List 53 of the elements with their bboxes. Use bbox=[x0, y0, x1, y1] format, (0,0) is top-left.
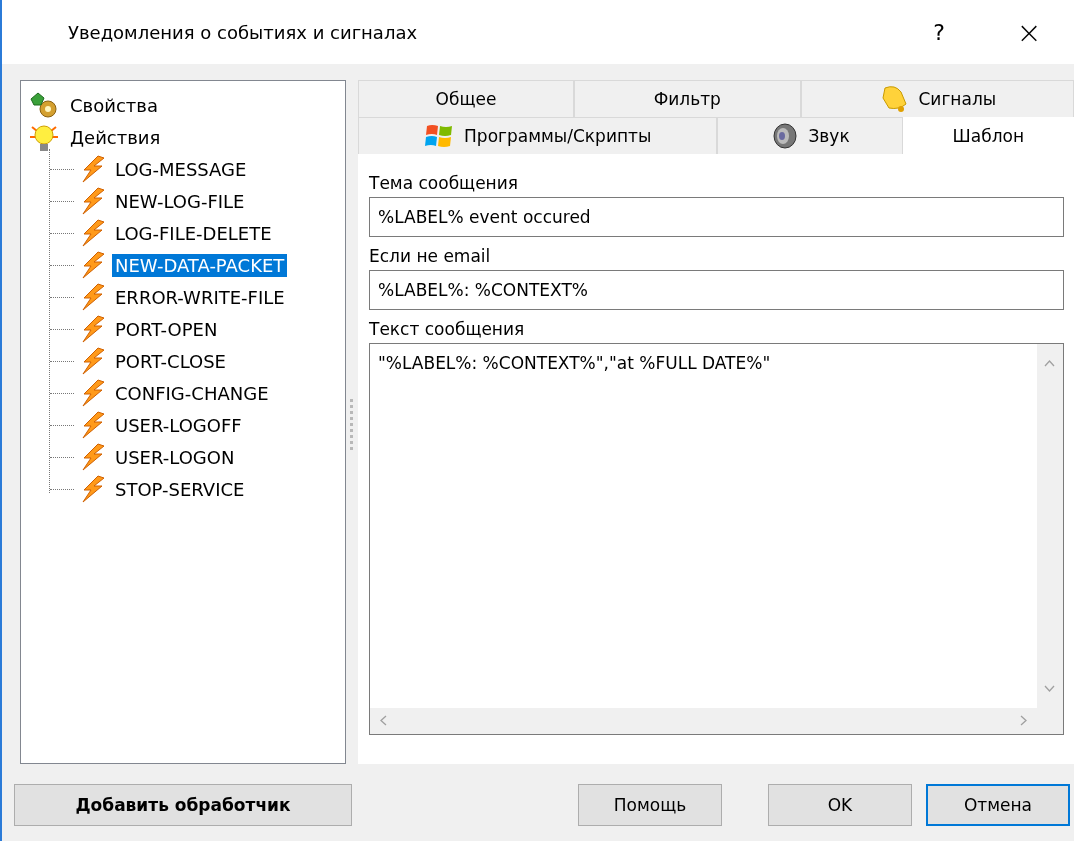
close-button[interactable]: × bbox=[984, 14, 1074, 50]
tree-item[interactable]: LOG-MESSAGE bbox=[112, 157, 250, 181]
dialog-button[interactable]: Добавить обработчик bbox=[14, 784, 352, 826]
lightning-icon bbox=[80, 379, 106, 407]
tab[interactable]: Сигналы bbox=[800, 80, 1074, 117]
window-title: Уведомления о событиях и сигналах bbox=[68, 21, 419, 43]
tree-item[interactable]: PORT-OPEN bbox=[112, 317, 221, 341]
tab[interactable]: Звук bbox=[717, 117, 903, 154]
tree-item[interactable]: Свойства bbox=[67, 93, 161, 117]
lightning-icon bbox=[80, 475, 106, 503]
lightning-icon bbox=[80, 443, 106, 471]
dialog-button[interactable]: OK bbox=[768, 784, 912, 826]
splitter-grip[interactable] bbox=[349, 398, 353, 451]
scroll-right-icon[interactable] bbox=[1020, 715, 1027, 726]
speaker-icon bbox=[770, 122, 799, 150]
tree-item[interactable]: USER-LOGON bbox=[112, 445, 238, 469]
help-button[interactable]: ? bbox=[894, 19, 984, 45]
vertical-scrollbar[interactable] bbox=[1037, 344, 1063, 708]
tree-item[interactable]: NEW-DATA-PACKET bbox=[112, 253, 288, 277]
gear-icon bbox=[28, 91, 60, 119]
dialog-button[interactable]: Помощь bbox=[578, 784, 722, 826]
tree-item[interactable]: CONFIG-CHANGE bbox=[112, 381, 272, 405]
tree-item[interactable]: LOG-FILE-DELETE bbox=[112, 221, 275, 245]
tab[interactable]: Шаблон bbox=[902, 117, 1074, 154]
tree-item[interactable]: NEW-LOG-FILE bbox=[112, 189, 248, 213]
horizontal-scrollbar[interactable] bbox=[370, 708, 1037, 734]
scroll-down-icon[interactable] bbox=[1044, 685, 1055, 692]
tree-item[interactable]: PORT-CLOSE bbox=[112, 349, 229, 373]
scroll-up-icon[interactable] bbox=[1044, 360, 1055, 367]
field-label: Если не email bbox=[369, 245, 492, 268]
lightning-icon bbox=[80, 347, 106, 375]
tab[interactable]: Общее bbox=[358, 80, 574, 117]
lightning-icon bbox=[80, 283, 106, 311]
field-label: Тема сообщения bbox=[369, 172, 519, 195]
tree-item[interactable]: ERROR-WRITE-FILE bbox=[112, 285, 288, 309]
tab[interactable]: Программы/Скрипты bbox=[358, 117, 718, 154]
message-text-area[interactable]: "%LABEL%: %CONTEXT%","at %FULL DATE%" bbox=[369, 343, 1064, 735]
lightning-icon bbox=[80, 155, 106, 183]
lightning-icon bbox=[80, 219, 106, 247]
field-label: Текст сообщения bbox=[369, 318, 526, 341]
lightning-icon bbox=[80, 315, 106, 343]
lightning-icon bbox=[80, 251, 106, 279]
lightning-icon bbox=[80, 187, 106, 215]
tree-item[interactable]: STOP-SERVICE bbox=[112, 477, 248, 501]
tab[interactable]: Фильтр bbox=[573, 80, 801, 117]
lightning-icon bbox=[80, 411, 106, 439]
text-field[interactable]: %LABEL%: %CONTEXT% bbox=[369, 270, 1064, 310]
text-field[interactable]: %LABEL% event occured bbox=[369, 197, 1064, 237]
tree-item[interactable]: USER-LOGOFF bbox=[112, 413, 245, 437]
tree-item[interactable]: Действия bbox=[67, 125, 164, 149]
dialog-button[interactable]: Отмена bbox=[926, 784, 1070, 826]
windows-logo-icon bbox=[424, 122, 455, 150]
scroll-left-icon[interactable] bbox=[380, 715, 387, 726]
